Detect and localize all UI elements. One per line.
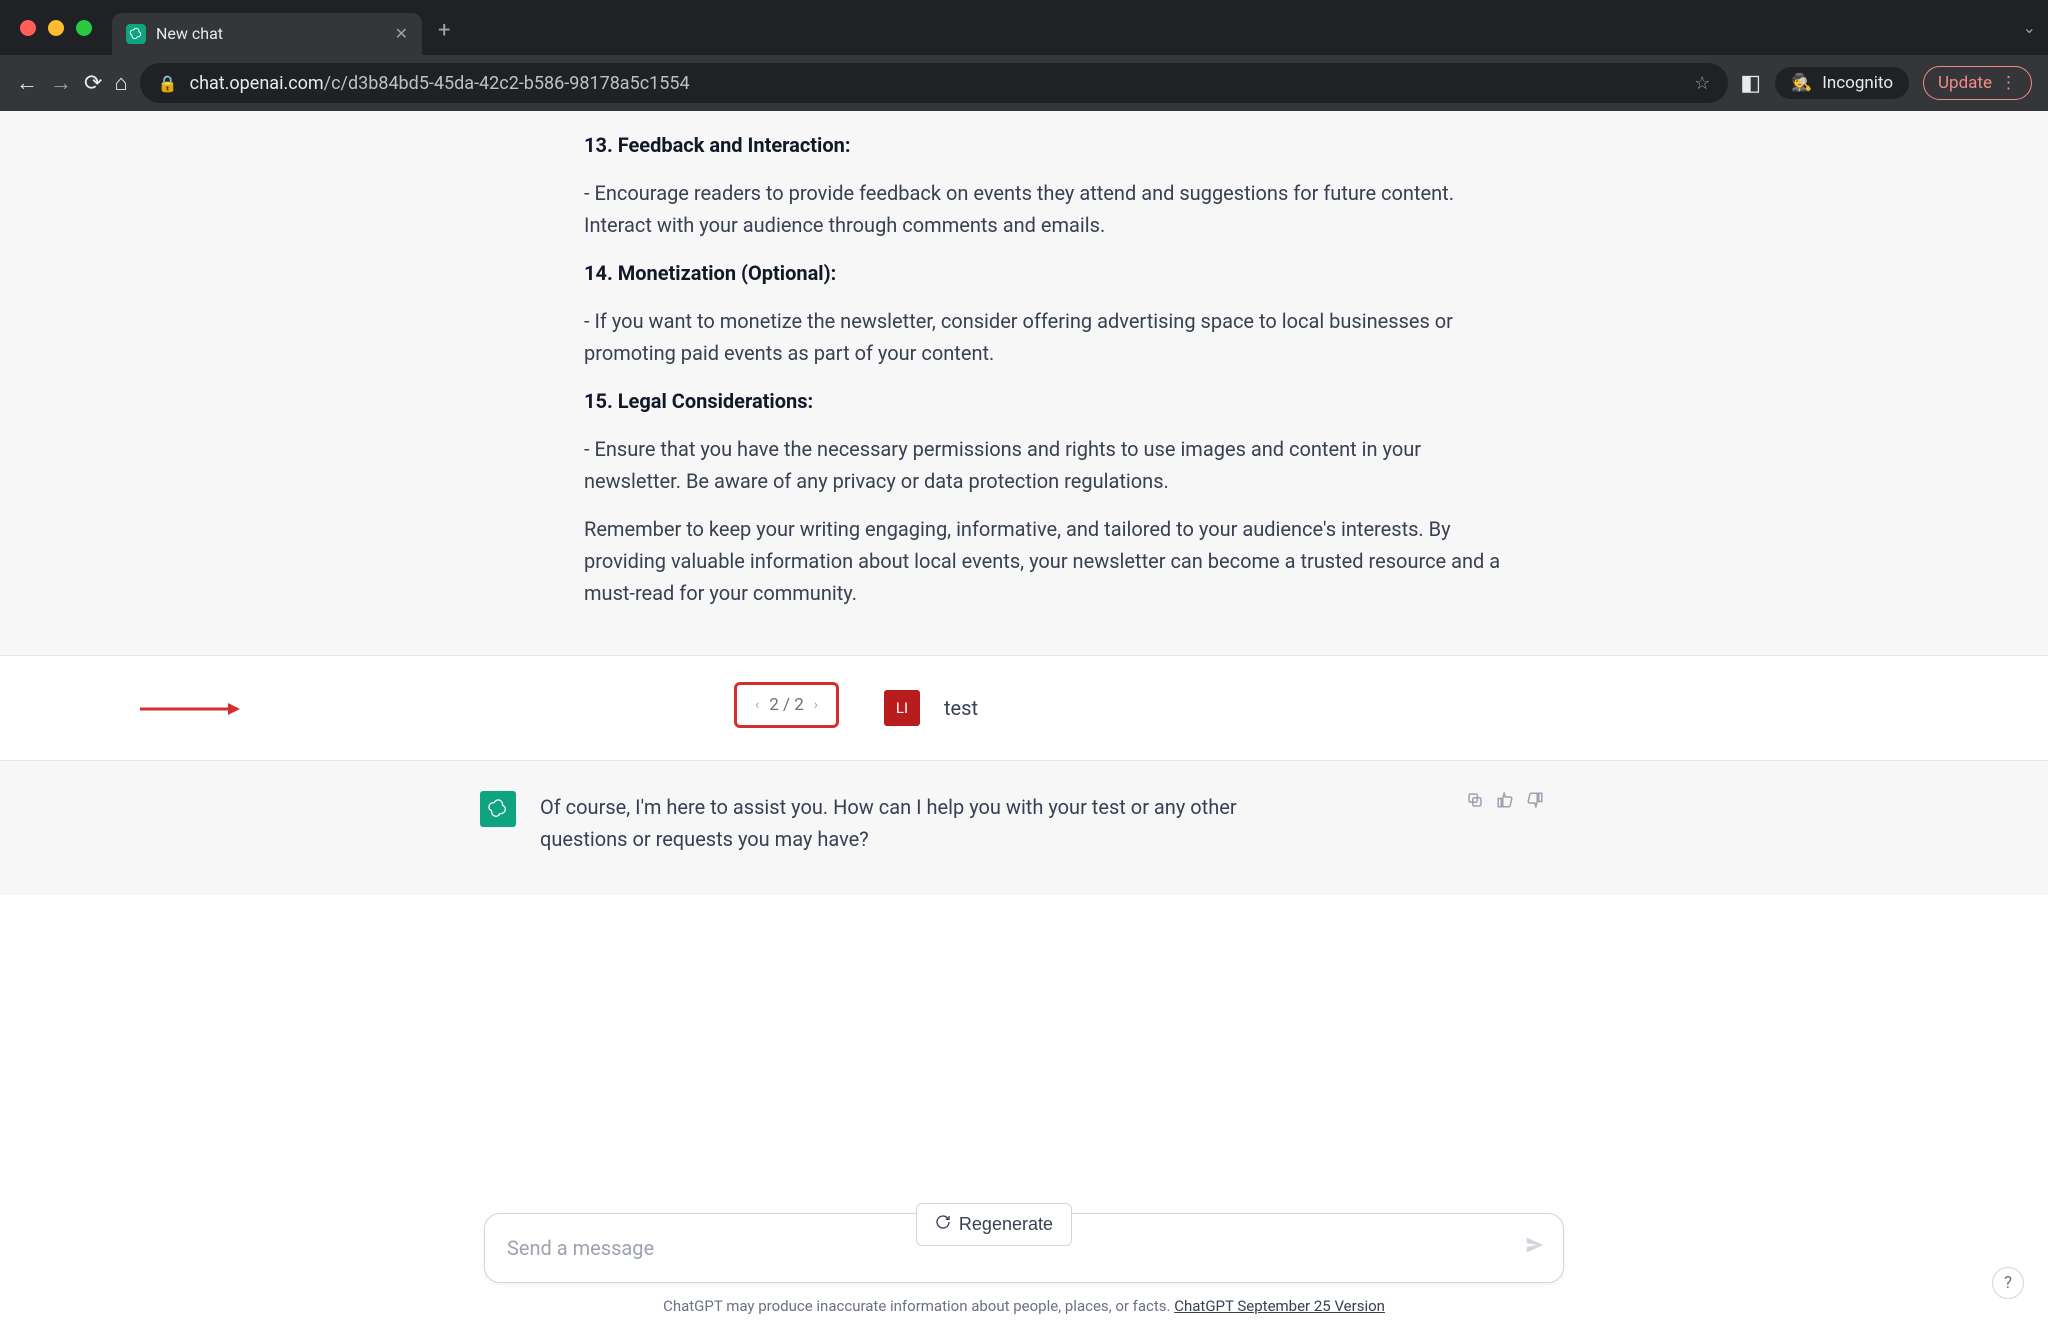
- section-13-body: - Encourage readers to provide feedback …: [584, 177, 1520, 241]
- browser-tab[interactable]: New chat ✕: [112, 13, 422, 55]
- version-link[interactable]: ChatGPT September 25 Version: [1174, 1297, 1385, 1315]
- back-button[interactable]: ←: [16, 70, 38, 96]
- user-avatar: LI: [884, 690, 920, 726]
- update-chip[interactable]: Update ⋮: [1923, 66, 2032, 100]
- chatgpt-favicon-icon: [126, 24, 146, 44]
- avatar-initials: LI: [896, 699, 908, 717]
- bookmark-star-icon[interactable]: ☆: [1694, 73, 1710, 94]
- browser-tab-strip: New chat ✕ + ⌄: [0, 0, 2048, 55]
- assistant-message-text: Of course, I'm here to assist you. How c…: [540, 791, 1280, 855]
- section-15-body: - Ensure that you have the necessary per…: [584, 433, 1520, 497]
- disclaimer-prefix: ChatGPT may produce inaccurate informati…: [663, 1297, 1174, 1315]
- closing-paragraph: Remember to keep your writing engaging, …: [584, 513, 1520, 609]
- message-pager: ‹ 2 / 2 ›: [734, 682, 839, 728]
- tab-title: New chat: [156, 24, 223, 43]
- thumbs-up-icon[interactable]: [1496, 791, 1514, 814]
- update-label: Update: [1938, 73, 1992, 93]
- user-message: ‹ 2 / 2 › LI test: [0, 655, 2048, 761]
- composer-area: Regenerate Send a message ChatGPT may pr…: [0, 1165, 2048, 1323]
- window-controls: [20, 20, 92, 36]
- disclaimer-text: ChatGPT may produce inaccurate informati…: [0, 1297, 2048, 1315]
- pager-count: 2 / 2: [769, 695, 804, 715]
- assistant-message-prev: 13. Feedback and Interaction: - Encourag…: [0, 111, 2048, 655]
- tab-close-icon[interactable]: ✕: [395, 24, 408, 43]
- pager-prev-icon[interactable]: ‹: [755, 697, 759, 713]
- window-close-icon[interactable]: [20, 20, 36, 36]
- regenerate-icon: [935, 1214, 951, 1235]
- side-panel-icon[interactable]: ◧: [1740, 71, 1761, 96]
- window-maximize-icon[interactable]: [76, 20, 92, 36]
- message-actions: [1466, 791, 1544, 814]
- user-message-text: test: [944, 696, 978, 720]
- regenerate-label: Regenerate: [959, 1214, 1053, 1235]
- section-14-title: 14. Monetization (Optional):: [584, 261, 836, 285]
- thumbs-down-icon[interactable]: [1526, 791, 1544, 814]
- page-body: 13. Feedback and Interaction: - Encourag…: [0, 111, 2048, 1323]
- browser-toolbar: ← → ⟳ ⌂ 🔒 chat.openai.com/c/d3b84bd5-45d…: [0, 55, 2048, 111]
- help-button[interactable]: ?: [1992, 1267, 2024, 1299]
- forward-button[interactable]: →: [50, 70, 72, 96]
- section-14-body: - If you want to monetize the newsletter…: [584, 305, 1520, 369]
- chatgpt-avatar-icon: [480, 791, 516, 827]
- assistant-message: Of course, I'm here to assist you. How c…: [0, 761, 2048, 895]
- address-bar[interactable]: 🔒 chat.openai.com/c/d3b84bd5-45da-42c2-b…: [140, 63, 1729, 103]
- home-button[interactable]: ⌂: [114, 70, 127, 96]
- send-button[interactable]: [1524, 1234, 1546, 1262]
- url-host: chat.openai.com: [190, 73, 324, 94]
- incognito-chip[interactable]: 🕵️ Incognito: [1775, 67, 1909, 99]
- url-path: /c/d3b84bd5-45da-42c2-b586-98178a5c1554: [324, 73, 690, 94]
- kebab-menu-icon: ⋮: [2000, 73, 2017, 93]
- section-15-title: 15. Legal Considerations:: [584, 389, 813, 413]
- window-minimize-icon[interactable]: [48, 20, 64, 36]
- input-placeholder: Send a message: [507, 1236, 654, 1260]
- pager-next-icon[interactable]: ›: [814, 697, 818, 713]
- annotation-arrow-icon: [140, 701, 240, 715]
- copy-icon[interactable]: [1466, 791, 1484, 814]
- regenerate-button[interactable]: Regenerate: [916, 1203, 1072, 1246]
- incognito-icon: 🕵️: [1791, 73, 1812, 93]
- tab-overflow-icon[interactable]: ⌄: [2023, 18, 2036, 37]
- reload-button[interactable]: ⟳: [84, 71, 102, 96]
- section-13-title: 13. Feedback and Interaction:: [584, 133, 850, 157]
- incognito-label: Incognito: [1822, 73, 1893, 93]
- new-tab-button[interactable]: +: [438, 18, 450, 43]
- lock-icon: 🔒: [158, 74, 178, 93]
